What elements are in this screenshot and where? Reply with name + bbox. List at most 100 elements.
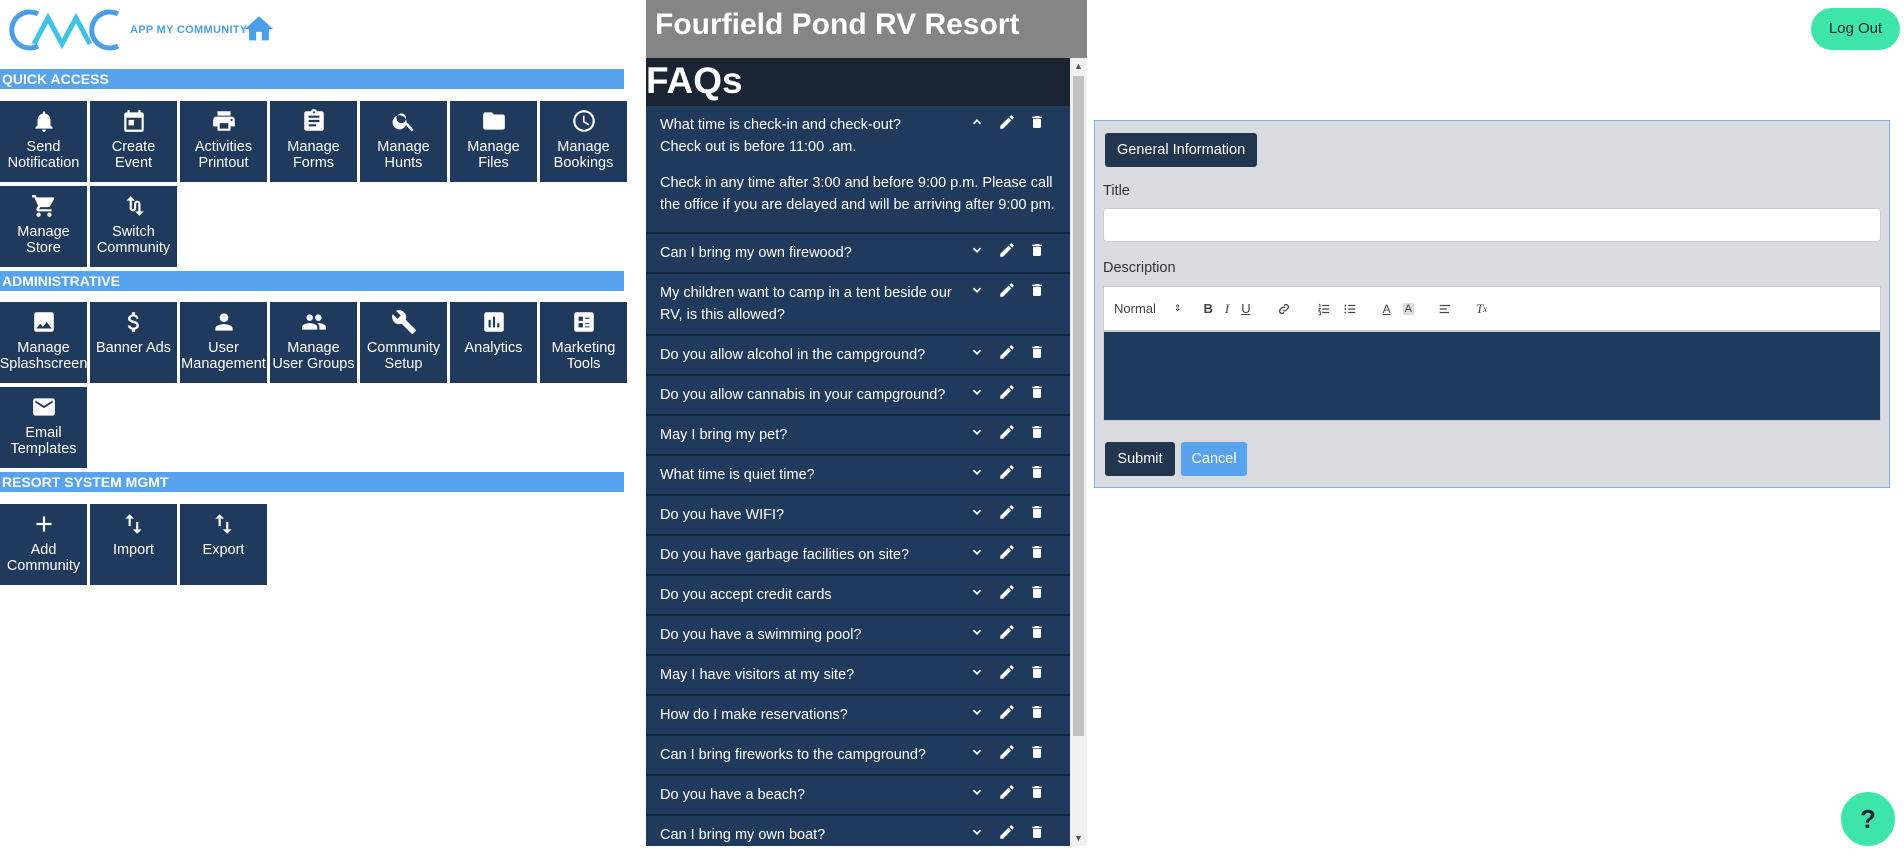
- description-editor[interactable]: [1103, 331, 1881, 421]
- delete-icon[interactable]: [1028, 742, 1046, 762]
- chevron-down-icon[interactable]: [968, 502, 986, 522]
- align-icon[interactable]: [1438, 302, 1452, 316]
- tile-send-notification[interactable]: Send Notification: [0, 101, 87, 182]
- chevron-down-icon[interactable]: [968, 422, 986, 442]
- tile-manage-forms[interactable]: Manage Forms: [270, 101, 357, 182]
- format-select[interactable]: Normal ⇕: [1114, 301, 1181, 316]
- chevron-down-icon[interactable]: [968, 382, 986, 402]
- edit-icon[interactable]: [998, 280, 1016, 300]
- delete-icon[interactable]: [1028, 112, 1046, 132]
- scroll-down-icon[interactable]: ▼: [1070, 830, 1087, 846]
- delete-icon[interactable]: [1028, 582, 1046, 602]
- tile-switch-community[interactable]: Switch Community: [90, 186, 177, 267]
- delete-icon[interactable]: [1028, 502, 1046, 522]
- edit-icon[interactable]: [998, 742, 1016, 762]
- background-color-icon[interactable]: A: [1402, 302, 1414, 315]
- home-button[interactable]: [240, 12, 278, 46]
- delete-icon[interactable]: [1028, 542, 1046, 562]
- delete-icon[interactable]: [1028, 462, 1046, 482]
- scroll-thumb[interactable]: [1073, 76, 1084, 736]
- delete-icon[interactable]: [1028, 240, 1046, 260]
- tile-email-templates[interactable]: Email Templates: [0, 387, 87, 468]
- faq-item[interactable]: May I have visitors at my site?: [646, 656, 1070, 696]
- bold-icon[interactable]: B: [1203, 301, 1212, 316]
- faq-scroll-area[interactable]: FAQs What time is check-in and check-out…: [646, 58, 1087, 846]
- tile-marketing-tools[interactable]: Marketing Tools: [540, 302, 627, 383]
- edit-icon[interactable]: [998, 582, 1016, 602]
- bullet-list-icon[interactable]: [1343, 302, 1357, 316]
- tile-manage-bookings[interactable]: Manage Bookings: [540, 101, 627, 182]
- scroll-up-icon[interactable]: ▲: [1070, 58, 1087, 74]
- link-icon[interactable]: [1277, 302, 1291, 316]
- edit-icon[interactable]: [998, 662, 1016, 682]
- chevron-down-icon[interactable]: [968, 702, 986, 722]
- chevron-down-icon[interactable]: [968, 662, 986, 682]
- faq-item[interactable]: How do I make reservations?: [646, 696, 1070, 736]
- faq-item[interactable]: Do you accept credit cards: [646, 576, 1070, 616]
- faq-item[interactable]: Do you have WIFI?: [646, 496, 1070, 536]
- tile-manage-store[interactable]: Manage Store: [0, 186, 87, 267]
- tile-manage-hunts[interactable]: Manage Hunts: [360, 101, 447, 182]
- chevron-down-icon[interactable]: [968, 822, 986, 842]
- tile-activities-printout[interactable]: Activities Printout: [180, 101, 267, 182]
- edit-icon[interactable]: [998, 782, 1016, 802]
- faq-item[interactable]: Can I bring my own firewood?: [646, 234, 1070, 274]
- help-button[interactable]: ?: [1841, 792, 1895, 846]
- edit-icon[interactable]: [998, 422, 1016, 442]
- chevron-up-icon[interactable]: [968, 112, 986, 132]
- chevron-down-icon[interactable]: [968, 782, 986, 802]
- faq-scrollbar[interactable]: ▲ ▼: [1070, 58, 1087, 846]
- delete-icon[interactable]: [1028, 702, 1046, 722]
- tile-user-management[interactable]: User Management: [180, 302, 267, 383]
- faq-item[interactable]: What time is check-in and check-out? Che…: [646, 106, 1070, 234]
- chevron-down-icon[interactable]: [968, 462, 986, 482]
- delete-icon[interactable]: [1028, 342, 1046, 362]
- underline-icon[interactable]: U: [1241, 301, 1250, 316]
- faq-item[interactable]: Can I bring my own boat?: [646, 816, 1070, 846]
- edit-icon[interactable]: [998, 702, 1016, 722]
- edit-icon[interactable]: [998, 240, 1016, 260]
- chevron-down-icon[interactable]: [968, 622, 986, 642]
- logout-button[interactable]: Log Out: [1811, 8, 1900, 50]
- general-information-tab[interactable]: General Information: [1105, 133, 1258, 167]
- faq-item[interactable]: Can I bring fireworks to the campground?: [646, 736, 1070, 776]
- italic-icon[interactable]: I: [1225, 301, 1229, 317]
- submit-button[interactable]: Submit: [1105, 442, 1175, 476]
- cancel-button[interactable]: Cancel: [1181, 442, 1247, 476]
- edit-icon[interactable]: [998, 342, 1016, 362]
- tile-manage-user-groups[interactable]: Manage User Groups: [270, 302, 357, 383]
- edit-icon[interactable]: [998, 822, 1016, 842]
- delete-icon[interactable]: [1028, 422, 1046, 442]
- clear-format-icon[interactable]: Tx: [1476, 301, 1487, 317]
- delete-icon[interactable]: [1028, 280, 1046, 300]
- tile-community-setup[interactable]: Community Setup: [360, 302, 447, 383]
- faq-item[interactable]: Do you have garbage facilities on site?: [646, 536, 1070, 576]
- tile-banner-ads[interactable]: Banner Ads: [90, 302, 177, 383]
- delete-icon[interactable]: [1028, 782, 1046, 802]
- chevron-down-icon[interactable]: [968, 342, 986, 362]
- chevron-down-icon[interactable]: [968, 582, 986, 602]
- tile-manage-splashscreen[interactable]: Manage Splashscreen: [0, 302, 87, 383]
- tile-analytics[interactable]: Analytics: [450, 302, 537, 383]
- text-color-icon[interactable]: A: [1383, 302, 1391, 316]
- faq-item[interactable]: Do you allow cannabis in your campground…: [646, 376, 1070, 416]
- faq-item[interactable]: May I bring my pet?: [646, 416, 1070, 456]
- title-input[interactable]: [1103, 208, 1881, 242]
- tile-create-event[interactable]: Create Event: [90, 101, 177, 182]
- edit-icon[interactable]: [998, 462, 1016, 482]
- faq-item[interactable]: Do you have a beach?: [646, 776, 1070, 816]
- chevron-down-icon[interactable]: [968, 542, 986, 562]
- faq-item[interactable]: My children want to camp in a tent besid…: [646, 274, 1070, 336]
- faq-item[interactable]: Do you have a swimming pool?: [646, 616, 1070, 656]
- tile-add-community[interactable]: Add Community: [0, 504, 87, 585]
- chevron-down-icon[interactable]: [968, 742, 986, 762]
- edit-icon[interactable]: [998, 502, 1016, 522]
- delete-icon[interactable]: [1028, 662, 1046, 682]
- edit-icon[interactable]: [998, 112, 1016, 132]
- delete-icon[interactable]: [1028, 382, 1046, 402]
- edit-icon[interactable]: [998, 622, 1016, 642]
- faq-item[interactable]: Do you allow alcohol in the campground?: [646, 336, 1070, 376]
- edit-icon[interactable]: [998, 382, 1016, 402]
- edit-icon[interactable]: [998, 542, 1016, 562]
- tile-manage-files[interactable]: Manage Files: [450, 101, 537, 182]
